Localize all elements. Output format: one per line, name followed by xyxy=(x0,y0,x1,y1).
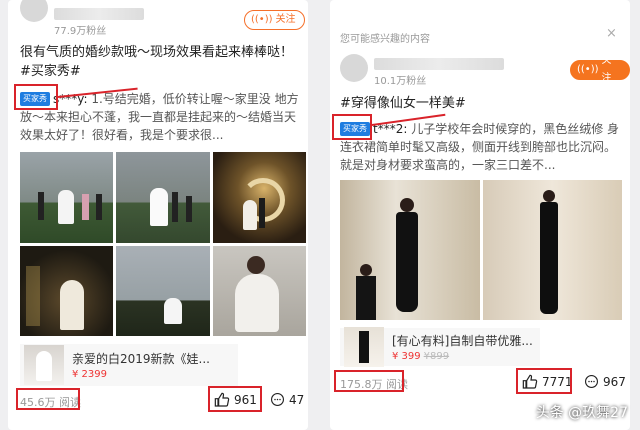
comment-icon xyxy=(271,393,284,406)
follow-button[interactable]: ((•)) 关注 xyxy=(570,55,630,84)
highlight-box xyxy=(516,368,572,394)
product-thumbnail xyxy=(24,345,64,385)
product-name: 亲爱的白2019新款《娃... xyxy=(72,352,210,366)
photo[interactable] xyxy=(116,152,210,243)
right-post-card: 您可能感兴趣的内容 × 10.1万粉丝 ((•)) 关注 #穿得像仙女一样美# … xyxy=(330,0,630,430)
follow-button[interactable]: ((•)) 关注 xyxy=(244,10,305,30)
comment-button[interactable]: 967 xyxy=(584,374,626,389)
broadcast-icon: ((•)) xyxy=(251,14,273,25)
author-name-blurred[interactable] xyxy=(374,58,504,70)
product-thumbnail xyxy=(344,327,384,367)
photo[interactable] xyxy=(212,245,306,336)
product-price: ¥ 399 xyxy=(392,351,421,362)
highlight-box xyxy=(16,388,80,410)
fans-count: 77.9万粉丝 xyxy=(54,26,107,37)
photo[interactable] xyxy=(20,152,114,243)
recommend-notice: 您可能感兴趣的内容 xyxy=(340,34,430,45)
product-price: ¥ 2399 xyxy=(72,369,107,380)
desc-line1: 儿子学校年会时候穿的，黑色丝绒修 xyxy=(407,122,604,136)
follow-label: 关注 xyxy=(275,14,296,25)
author-avatar[interactable] xyxy=(340,54,368,82)
post-description[interactable]: 买家秀 t***2: 儿子学校年会时候穿的，黑色丝绒修 身连衣裙简单时髦又高级，侧… xyxy=(340,120,624,174)
follow-label: 关注 xyxy=(601,55,612,84)
post-description[interactable]: 买家秀 s***y: 1.号结完婚，低价转让喔～家里没 地方放～本来担心不蓬，我一… xyxy=(20,90,304,144)
highlight-box xyxy=(334,370,404,392)
hashtag[interactable]: #买家秀# xyxy=(20,64,81,79)
post-title[interactable]: #穿得像仙女一样美# xyxy=(340,94,622,113)
product-name: [有心有料]自制自带优雅... xyxy=(392,334,533,348)
photo[interactable] xyxy=(20,245,114,336)
photo[interactable] xyxy=(340,180,480,320)
highlight-box xyxy=(332,114,372,140)
watermark-text: 头条 @玖舞27 xyxy=(535,405,628,421)
post-title-text: 很有气质的婚纱款哦～现场效果看起来棒棒哒！ xyxy=(20,45,294,60)
broadcast-icon: ((•)) xyxy=(577,64,599,75)
comment-count: 967 xyxy=(603,374,626,389)
comment-count: 47 xyxy=(289,392,305,407)
author-avatar[interactable] xyxy=(20,0,48,22)
highlight-box xyxy=(208,386,262,412)
product-link[interactable]: [有心有料]自制自带优雅... ¥ 399 ¥899 xyxy=(340,327,540,367)
product-link[interactable]: 亲爱的白2019新款《娃... ¥ 2399 xyxy=(20,344,238,386)
photo-grid xyxy=(20,152,306,336)
fans-count: 10.1万粉丝 xyxy=(374,76,427,87)
watermark: 头条 @玖舞27 xyxy=(536,402,628,422)
product-old-price: ¥899 xyxy=(423,351,450,362)
photo[interactable] xyxy=(212,152,306,243)
photo[interactable] xyxy=(116,245,210,336)
highlight-box xyxy=(14,84,58,110)
desc-line1: 1.号结完婚，低价转让喔～家里没 xyxy=(87,92,271,106)
photo-grid xyxy=(340,180,622,320)
left-post-card: 77.9万粉丝 ((•)) 关注 很有气质的婚纱款哦～现场效果看起来棒棒哒！ #… xyxy=(8,0,308,430)
photo[interactable] xyxy=(482,180,622,320)
comment-icon xyxy=(585,375,598,388)
close-icon[interactable]: × xyxy=(606,26,617,41)
comment-button[interactable]: 47 xyxy=(270,392,304,407)
author-name-blurred[interactable] xyxy=(54,8,144,20)
post-title[interactable]: 很有气质的婚纱款哦～现场效果看起来棒棒哒！ #买家秀# xyxy=(20,43,302,81)
